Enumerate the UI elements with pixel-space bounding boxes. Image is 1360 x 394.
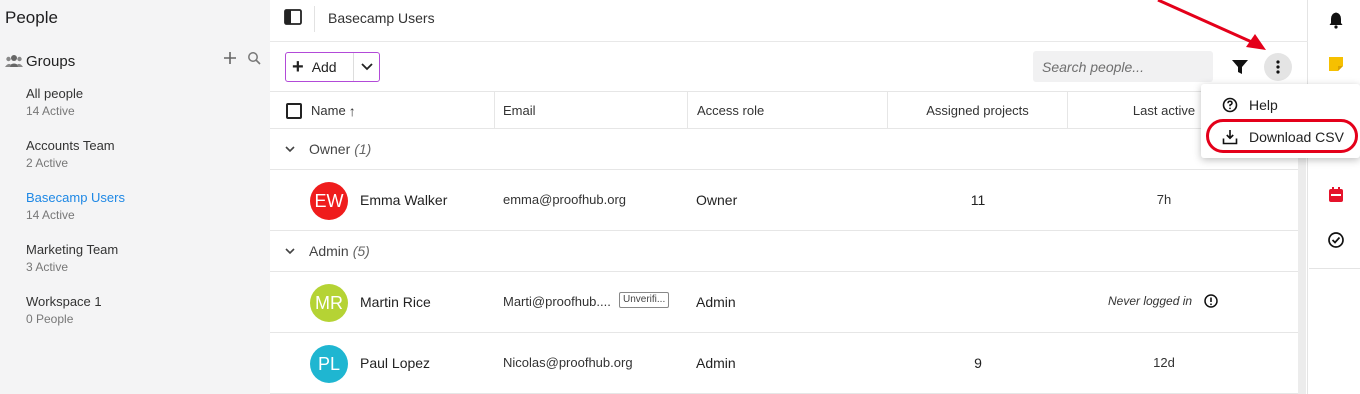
chevron-down-icon: [285, 146, 295, 153]
plus-icon: +: [292, 56, 304, 78]
user-name[interactable]: Emma Walker: [360, 192, 447, 208]
sort-up-icon: ↑: [348, 102, 356, 119]
table-row[interactable]: PL Paul Lopez Nicolas@proofhub.org Admin…: [270, 333, 1300, 394]
group-count: 14 Active: [26, 208, 75, 222]
user-email: Marti@proofhub....: [503, 294, 611, 309]
avatar: EW: [310, 182, 348, 220]
bell-icon[interactable]: [1327, 11, 1345, 29]
user-role[interactable]: Admin: [696, 294, 736, 310]
chevron-down-icon: [360, 63, 373, 71]
select-all-checkbox[interactable]: [286, 102, 302, 119]
search-input[interactable]: [1033, 51, 1213, 82]
help-circle-icon: [1222, 97, 1238, 113]
table-row[interactable]: MR Martin Rice Marti@proofhub.... Unveri…: [270, 272, 1300, 333]
timer-icon[interactable]: [1327, 231, 1345, 249]
column-projects[interactable]: Assigned projects: [888, 92, 1068, 129]
more-options-menu: Help Download CSV: [1201, 84, 1360, 158]
table-header: Name ↑ Email Access role Assigned projec…: [270, 91, 1308, 129]
user-name[interactable]: Paul Lopez: [360, 355, 430, 371]
menu-item-download-csv[interactable]: Download CSV: [1201, 121, 1360, 153]
column-projects-label: Assigned projects: [926, 103, 1029, 118]
user-role[interactable]: Admin: [696, 355, 736, 371]
sidebar: People Groups All people 14 Active Accou…: [0, 0, 270, 394]
avatar: PL: [310, 345, 348, 383]
sidebar-toggle-icon[interactable]: [284, 9, 302, 25]
column-email-label: Email: [503, 103, 536, 118]
group-row-count: (1): [354, 141, 372, 157]
groups-label: Groups: [26, 52, 76, 70]
user-email: Nicolas@proofhub.org: [503, 355, 633, 370]
group-list: All people 14 Active Accounts Team 2 Act…: [26, 85, 266, 345]
top-bar: Basecamp Users: [270, 0, 1308, 42]
right-rail: [1309, 0, 1360, 394]
divider: [1309, 268, 1360, 269]
add-dropdown-toggle[interactable]: [353, 53, 379, 81]
group-count: 14 Active: [26, 104, 75, 118]
user-last-active: 7h: [1156, 192, 1172, 207]
column-role[interactable]: Access role: [688, 92, 888, 129]
column-role-label: Access role: [697, 103, 765, 118]
page-title: People: [5, 8, 58, 27]
group-row-label: Owner: [309, 141, 351, 157]
user-name[interactable]: Martin Rice: [360, 294, 431, 310]
add-button[interactable]: + Add: [285, 52, 380, 82]
user-last-active: 12d: [1153, 355, 1175, 370]
calendar-icon[interactable]: [1327, 186, 1345, 204]
user-last-active: Never logged in: [1108, 294, 1193, 308]
user-email: emma@proofhub.org: [503, 192, 627, 207]
avatar: MR: [310, 284, 348, 322]
divider: [314, 6, 315, 32]
group-name: Basecamp Users: [26, 190, 125, 205]
group-row-count: (5): [352, 243, 370, 259]
column-name-label: Name: [311, 103, 346, 118]
info-icon[interactable]: [1204, 294, 1218, 308]
column-email[interactable]: Email: [495, 92, 688, 129]
group-name: Accounts Team: [26, 138, 115, 153]
table-row[interactable]: EW Emma Walker emma@proofhub.org Owner 1…: [270, 170, 1300, 231]
main-panel: Basecamp Users + Add Name ↑ Email Access…: [270, 0, 1308, 394]
group-name: All people: [26, 86, 84, 101]
groups-header: Groups: [5, 51, 265, 71]
user-projects: 11: [970, 192, 986, 208]
unverified-badge: Unverifi...: [619, 292, 670, 308]
group-row-admin[interactable]: Admin (5): [270, 231, 1300, 272]
filter-icon[interactable]: [1232, 59, 1248, 75]
sidebar-item-basecamp-users[interactable]: Basecamp Users 14 Active: [26, 189, 266, 241]
group-name: Workspace 1: [26, 294, 102, 309]
chevron-down-icon: [285, 248, 295, 255]
group-count: 2 Active: [26, 156, 69, 170]
sidebar-item-workspace-1[interactable]: Workspace 1 0 People: [26, 293, 266, 345]
menu-item-help[interactable]: Help: [1201, 89, 1360, 121]
group-count: 3 Active: [26, 260, 69, 274]
users-group-icon: [5, 55, 23, 67]
menu-item-label: Help: [1249, 97, 1278, 113]
kebab-menu-icon: [1276, 60, 1280, 74]
user-projects: 9: [974, 355, 982, 371]
group-name: Marketing Team: [26, 242, 119, 257]
add-group-icon[interactable]: [223, 51, 237, 65]
download-icon: [1222, 130, 1238, 145]
group-row-owner[interactable]: Owner (1): [270, 129, 1300, 170]
search-icon[interactable]: [247, 51, 261, 65]
breadcrumb: Basecamp Users: [328, 10, 435, 26]
group-row-label: Admin: [309, 243, 349, 259]
sidebar-item-accounts-team[interactable]: Accounts Team 2 Active: [26, 137, 266, 189]
group-count: 0 People: [26, 312, 74, 326]
toolbar: + Add: [270, 43, 1308, 91]
sidebar-item-all-people[interactable]: All people 14 Active: [26, 85, 266, 137]
more-options-button[interactable]: [1264, 53, 1292, 81]
menu-item-label: Download CSV: [1249, 129, 1344, 145]
user-role[interactable]: Owner: [696, 192, 737, 208]
sidebar-item-marketing-team[interactable]: Marketing Team 3 Active: [26, 241, 266, 293]
add-button-label: Add: [311, 59, 337, 75]
sticky-note-icon[interactable]: [1327, 55, 1345, 73]
column-last-active-label: Last active: [1132, 103, 1196, 118]
column-name[interactable]: Name ↑: [270, 92, 495, 129]
